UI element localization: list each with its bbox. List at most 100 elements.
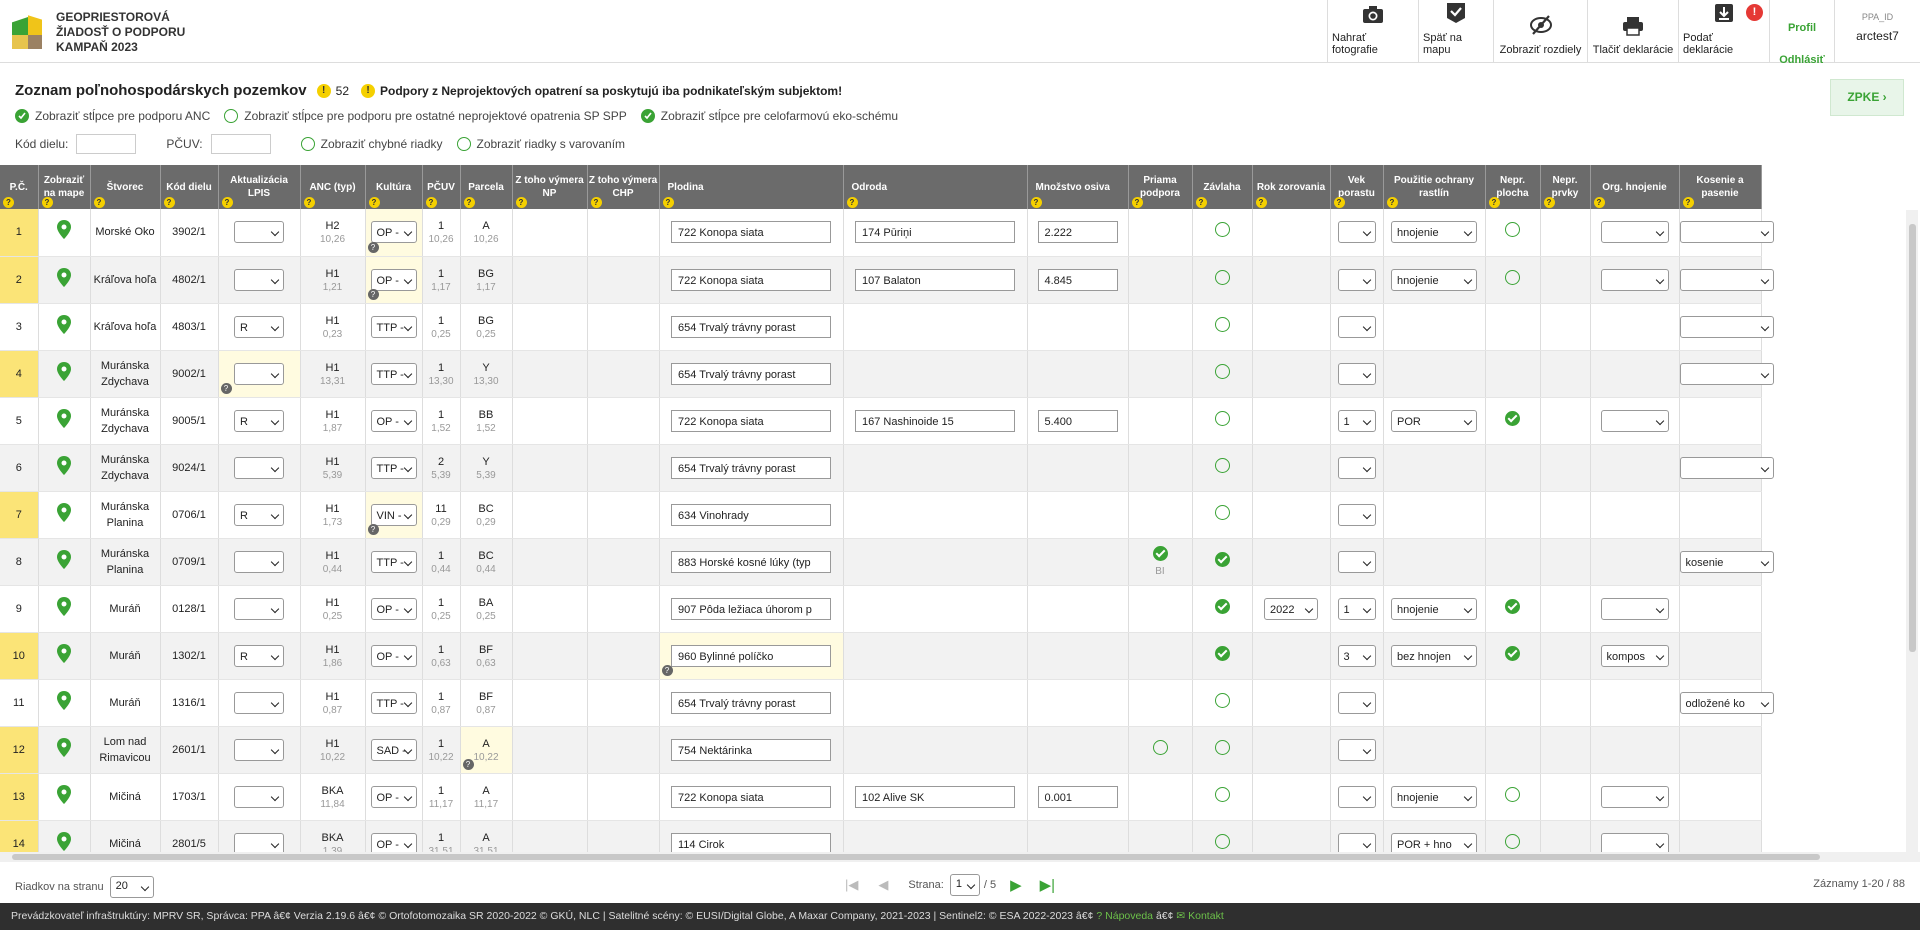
vek-select[interactable] bbox=[1337, 503, 1376, 526]
rok-select[interactable]: 2022 bbox=[1264, 597, 1318, 620]
contact-link[interactable]: Kontakt bbox=[1188, 910, 1224, 922]
lpis-select[interactable] bbox=[234, 362, 284, 385]
vek-select[interactable] bbox=[1337, 550, 1376, 573]
check-off-icon[interactable] bbox=[1214, 316, 1230, 332]
kultura-select[interactable]: SAD - bbox=[370, 738, 417, 761]
lpis-select[interactable] bbox=[234, 785, 284, 808]
first-page-icon[interactable]: |◀ bbox=[845, 877, 858, 893]
kultura-select[interactable]: TTP - bbox=[370, 362, 417, 385]
check-off-icon[interactable] bbox=[1214, 410, 1230, 426]
kultura-select[interactable]: TTP - bbox=[370, 456, 417, 479]
map-pin-icon[interactable] bbox=[57, 455, 71, 480]
check-on-icon[interactable] bbox=[1505, 598, 1520, 614]
lpis-select[interactable]: R bbox=[234, 315, 284, 338]
kultura-select[interactable]: OP - bbox=[370, 221, 417, 244]
map-pin-icon[interactable] bbox=[57, 784, 71, 809]
lpis-select[interactable] bbox=[234, 738, 284, 761]
print-declarations-button[interactable]: Tlačiť deklarácie bbox=[1587, 0, 1678, 63]
check-off-icon[interactable] bbox=[1214, 504, 1230, 520]
osivo-input[interactable]: 2.222 bbox=[1037, 221, 1118, 244]
map-pin-icon[interactable] bbox=[57, 502, 71, 527]
plodina-input[interactable]: 907 Pôda ležiaca úhorom p bbox=[671, 597, 831, 620]
map-pin-icon[interactable] bbox=[57, 596, 71, 621]
check-off-icon[interactable] bbox=[1214, 739, 1230, 755]
help-icon[interactable]: ? bbox=[515, 197, 527, 208]
kosenie-select[interactable] bbox=[1679, 315, 1774, 338]
check-on-icon[interactable] bbox=[1152, 545, 1168, 561]
map-pin-icon[interactable] bbox=[57, 220, 71, 244]
org-select[interactable] bbox=[1600, 221, 1669, 244]
kultura-select[interactable]: OP - bbox=[370, 409, 417, 432]
help-icon[interactable]: ? bbox=[368, 197, 380, 208]
map-pin-icon[interactable] bbox=[57, 690, 71, 715]
ochrana-select[interactable]: POR + hno bbox=[1391, 832, 1477, 852]
lpis-select[interactable] bbox=[234, 456, 284, 479]
check-off-icon[interactable] bbox=[1214, 457, 1230, 473]
ochrana-select[interactable]: POR bbox=[1391, 409, 1477, 432]
horizontal-scrollbar[interactable] bbox=[0, 852, 1920, 862]
vek-select[interactable] bbox=[1337, 221, 1376, 244]
upload-photos-button[interactable]: Nahrať fotografie bbox=[1327, 0, 1418, 63]
rows-per-page-select[interactable]: 20 bbox=[109, 876, 154, 898]
osivo-input[interactable]: 4.845 bbox=[1037, 268, 1118, 291]
filter-errors-toggle[interactable]: Zobraziť chybné riadky bbox=[300, 137, 443, 151]
info-icon[interactable]: ? bbox=[367, 288, 379, 300]
kosenie-select[interactable]: odložené ko bbox=[1679, 691, 1774, 714]
map-pin-icon[interactable] bbox=[57, 267, 71, 292]
odroda-input[interactable]: 102 Alive SK bbox=[855, 785, 1015, 808]
help-icon[interactable]: ? bbox=[1682, 197, 1694, 208]
check-off-icon[interactable] bbox=[1214, 363, 1230, 379]
vek-select[interactable] bbox=[1337, 268, 1376, 291]
submit-declarations-button[interactable]: Podať deklarácie ! bbox=[1678, 0, 1769, 63]
ochrana-select[interactable]: hnojenie bbox=[1391, 221, 1477, 244]
map-pin-icon[interactable] bbox=[57, 314, 71, 339]
odroda-input[interactable]: 167 Nashinoide 15 bbox=[855, 409, 1015, 432]
zpke-button[interactable]: ZPKE › bbox=[1830, 79, 1904, 116]
help-icon[interactable]: ? bbox=[1386, 197, 1398, 208]
app-logo[interactable] bbox=[12, 13, 44, 49]
check-on-icon[interactable] bbox=[1505, 645, 1520, 661]
check-on-icon[interactable] bbox=[1214, 598, 1230, 614]
help-icon[interactable]: ? bbox=[1195, 197, 1207, 208]
help-icon[interactable]: ? bbox=[425, 197, 437, 208]
vek-select[interactable]: 1 bbox=[1337, 409, 1376, 432]
lpis-select[interactable]: R bbox=[234, 644, 284, 667]
kultura-select[interactable]: OP - bbox=[370, 644, 417, 667]
check-off-icon[interactable] bbox=[1214, 692, 1230, 708]
osivo-input[interactable]: 0.001 bbox=[1037, 785, 1118, 808]
toggle-other-columns[interactable]: Zobraziť stĺpce pre podporu pre ostatné … bbox=[224, 109, 627, 123]
help-icon[interactable]: ? bbox=[1030, 197, 1042, 208]
prev-page-icon[interactable]: ◀ bbox=[878, 877, 888, 893]
help-icon[interactable]: ? bbox=[3, 197, 14, 208]
check-off-icon[interactable] bbox=[1152, 739, 1168, 755]
org-select[interactable] bbox=[1600, 409, 1669, 432]
info-icon[interactable]: ? bbox=[367, 523, 379, 535]
help-icon[interactable]: ? bbox=[1488, 197, 1500, 208]
kultura-select[interactable]: OP - bbox=[370, 832, 417, 852]
vek-select[interactable] bbox=[1337, 456, 1376, 479]
help-link[interactable]: Nápoveda bbox=[1105, 910, 1153, 922]
org-select[interactable] bbox=[1600, 832, 1669, 852]
help-icon[interactable]: ? bbox=[662, 197, 674, 208]
kultura-select[interactable]: VIN - bbox=[370, 503, 417, 526]
show-differences-button[interactable]: Zobraziť rozdiely bbox=[1493, 0, 1587, 63]
check-off-icon[interactable] bbox=[1505, 222, 1520, 238]
lpis-select[interactable] bbox=[234, 832, 284, 852]
plodina-input[interactable]: 114 Cirok bbox=[671, 832, 831, 852]
kultura-select[interactable]: OP - bbox=[370, 268, 417, 291]
lpis-select[interactable]: R bbox=[234, 409, 284, 432]
lpis-select[interactable]: R bbox=[234, 503, 284, 526]
lpis-select[interactable] bbox=[234, 691, 284, 714]
plodina-input[interactable]: 754 Nektárinka bbox=[671, 738, 831, 761]
help-icon[interactable]: ? bbox=[93, 197, 105, 208]
vek-select[interactable]: 1 bbox=[1337, 597, 1376, 620]
help-icon[interactable]: ? bbox=[221, 197, 233, 208]
plodina-input[interactable]: 722 Konopa siata bbox=[671, 221, 831, 244]
kultura-select[interactable]: TTP - bbox=[370, 315, 417, 338]
info-icon[interactable]: ? bbox=[367, 241, 379, 253]
lpis-select[interactable] bbox=[234, 597, 284, 620]
next-page-icon[interactable]: ▶ bbox=[1010, 876, 1022, 894]
logout-link[interactable]: Odhlásiť bbox=[1770, 44, 1834, 76]
map-pin-icon[interactable] bbox=[57, 831, 71, 853]
filter-warnings-toggle[interactable]: Zobraziť riadky s varovaním bbox=[456, 137, 625, 151]
